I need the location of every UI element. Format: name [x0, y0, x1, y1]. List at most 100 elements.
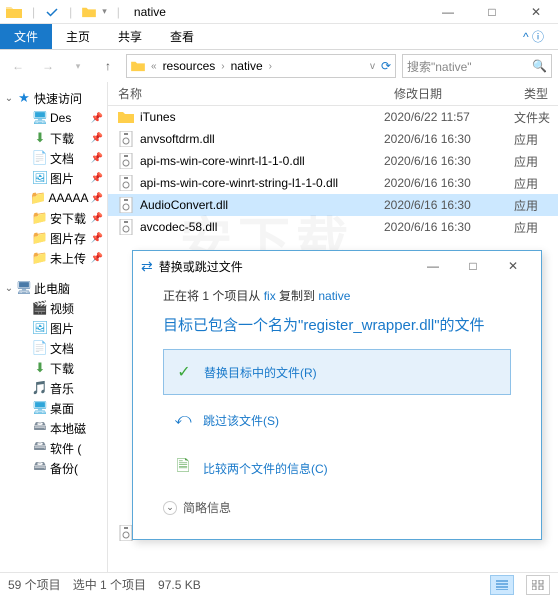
minimize-button[interactable]: — — [426, 0, 470, 24]
nav-item[interactable]: 🎵音乐 — [0, 378, 107, 398]
dialog-titlebar: ⇄ 替换或跳过文件 — □ ✕ — [133, 251, 541, 281]
maximize-button[interactable]: □ — [470, 0, 514, 24]
folder-icon: ⬇ — [32, 130, 48, 146]
folder-icon: 🖴 — [32, 420, 48, 436]
folder-icon — [118, 109, 134, 125]
dropdown-icon[interactable]: ▾ — [102, 6, 107, 17]
nav-item[interactable]: 🖼图片 — [0, 318, 107, 338]
dropdown-icon[interactable]: v — [370, 61, 375, 72]
window-title: native — [134, 5, 166, 19]
dialog-close-button[interactable]: ✕ — [493, 252, 533, 280]
tab-view[interactable]: 查看 — [156, 24, 208, 49]
file-icon — [118, 175, 134, 191]
tab-share[interactable]: 共享 — [104, 24, 156, 49]
refresh-icon[interactable]: ⟳ — [381, 59, 391, 73]
chevron-icon[interactable]: › — [269, 61, 272, 72]
search-input[interactable]: 搜索"native" 🔍 — [402, 54, 552, 78]
pin-icon: 📌 — [91, 213, 103, 224]
dialog-maximize-button[interactable]: □ — [453, 252, 493, 280]
nav-item[interactable]: 🖼图片📌 — [0, 168, 107, 188]
breadcrumb[interactable]: resources — [163, 59, 216, 73]
folder-icon: 🖥 — [32, 110, 48, 126]
file-row[interactable]: AudioConvert.dll2020/6/16 16:30应用 — [108, 194, 558, 216]
nav-item[interactable]: ⬇下载📌 — [0, 128, 107, 148]
nav-recent-button[interactable]: ▾ — [66, 54, 90, 78]
folder-icon — [6, 5, 22, 19]
collapse-icon[interactable]: ⌄ — [4, 93, 14, 104]
transfer-icon: ⇄ — [141, 258, 153, 275]
folder-icon: 📁 — [32, 230, 48, 246]
nav-back-button[interactable]: ← — [6, 54, 30, 78]
nav-item[interactable]: 🖴本地磁 — [0, 418, 107, 438]
view-icons-button[interactable] — [526, 575, 550, 595]
nav-item[interactable]: 📁图片存📌 — [0, 228, 107, 248]
nav-item[interactable]: 🎬视频 — [0, 298, 107, 318]
address-bar[interactable]: « resources › native › v ⟳ — [126, 54, 396, 78]
chevron-icon[interactable]: « — [151, 61, 157, 72]
nav-up-button[interactable]: ↑ — [96, 54, 120, 78]
address-bar-row: ← → ▾ ↑ « resources › native › v ⟳ 搜索"na… — [0, 50, 558, 82]
chevron-icon[interactable]: › — [221, 61, 224, 72]
tab-home[interactable]: 主页 — [52, 24, 104, 49]
nav-fwd-button[interactable]: → — [36, 54, 60, 78]
column-headers: 名称 修改日期 类型 — [108, 82, 558, 106]
star-icon: ★ — [16, 90, 32, 106]
search-placeholder: 搜索"native" — [407, 58, 528, 75]
folder-icon: 🎬 — [32, 300, 48, 316]
col-type[interactable]: 类型 — [514, 85, 558, 102]
file-row[interactable]: api-ms-win-core-winrt-string-l1-1-0.dll2… — [108, 172, 558, 194]
folder-icon: 📁 — [32, 250, 48, 266]
nav-item[interactable]: 📄文档📌 — [0, 148, 107, 168]
breadcrumb[interactable]: native — [231, 59, 263, 73]
view-details-button[interactable] — [490, 575, 514, 595]
nav-item[interactable]: 📁AAAAA📌 — [0, 188, 107, 208]
dialog-heading: 目标已包含一个名为"register_wrapper.dll"的文件 — [163, 314, 511, 335]
nav-item[interactable]: 📁安下载📌 — [0, 208, 107, 228]
replace-skip-dialog: ⇄ 替换或跳过文件 — □ ✕ 正在将 1 个项目从 fix 复制到 nativ… — [132, 250, 542, 540]
more-details-toggle[interactable]: ⌄ 简略信息 — [163, 499, 511, 516]
folder-icon: 🖴 — [32, 440, 48, 456]
ribbon-tabs: 文件 主页 共享 查看 ^ ⓘ — [0, 24, 558, 50]
folder-icon: 📁 — [32, 210, 48, 226]
file-row[interactable]: iTunes2020/6/22 11:57文件夹 — [108, 106, 558, 128]
option-compare[interactable]: 🗎 比较两个文件的信息(C) — [163, 445, 511, 491]
pin-icon: 📌 — [91, 233, 103, 244]
col-name[interactable]: 名称 — [108, 85, 384, 102]
chevron-down-icon: ⌄ — [163, 501, 177, 515]
folder-icon: 🖼 — [32, 320, 48, 336]
nav-item[interactable]: 🖥Des📌 — [0, 108, 107, 128]
compare-icon: 🗎 — [173, 455, 193, 482]
file-icon — [118, 153, 134, 169]
nav-item[interactable]: 🖴备份( — [0, 458, 107, 478]
close-button[interactable]: ✕ — [514, 0, 558, 24]
nav-item[interactable]: 🖴软件 ( — [0, 438, 107, 458]
tab-file[interactable]: 文件 — [0, 24, 52, 49]
dialog-subtitle: 正在将 1 个项目从 fix 复制到 native — [163, 287, 511, 304]
file-row[interactable]: anvsoftdrm.dll2020/6/16 16:30应用 — [108, 128, 558, 150]
search-icon[interactable]: 🔍 — [532, 59, 547, 73]
col-date[interactable]: 修改日期 — [384, 85, 514, 102]
file-row[interactable]: api-ms-win-core-winrt-l1-1-0.dll2020/6/1… — [108, 150, 558, 172]
title-bar: | | ▾ | native — □ ✕ — [0, 0, 558, 24]
dialog-minimize-button[interactable]: — — [413, 252, 453, 280]
folder-icon: 🖥 — [32, 400, 48, 416]
status-selection: 选中 1 个项目 — [73, 576, 146, 593]
nav-this-pc[interactable]: ⌄ 🖥 此电脑 — [0, 278, 107, 298]
skip-icon: ⤺ — [173, 411, 193, 429]
pin-icon: 📌 — [91, 113, 103, 124]
collapse-icon[interactable]: ⌄ — [4, 283, 14, 294]
nav-item[interactable]: 📄文档 — [0, 338, 107, 358]
nav-pane: ⌄ ★ 快速访问 🖥Des📌⬇下载📌📄文档📌🖼图片📌📁AAAAA📌📁安下载📌📁图… — [0, 82, 108, 572]
quick-save-icon[interactable] — [45, 5, 59, 19]
folder-icon: 🖼 — [32, 170, 48, 186]
nav-item[interactable]: ⬇下载 — [0, 358, 107, 378]
nav-quick-access[interactable]: ⌄ ★ 快速访问 — [0, 88, 107, 108]
ribbon-help[interactable]: ^ ⓘ — [509, 24, 558, 49]
nav-item[interactable]: 🖥桌面 — [0, 398, 107, 418]
folder-icon: 📁 — [31, 190, 47, 206]
folder-small-icon[interactable] — [82, 6, 96, 18]
option-skip[interactable]: ⤺ 跳过该文件(S) — [163, 397, 511, 443]
option-replace[interactable]: ✓ 替换目标中的文件(R) — [163, 349, 511, 395]
nav-item[interactable]: 📁未上传📌 — [0, 248, 107, 268]
file-row[interactable]: avcodec-58.dll2020/6/16 16:30应用 — [108, 216, 558, 238]
